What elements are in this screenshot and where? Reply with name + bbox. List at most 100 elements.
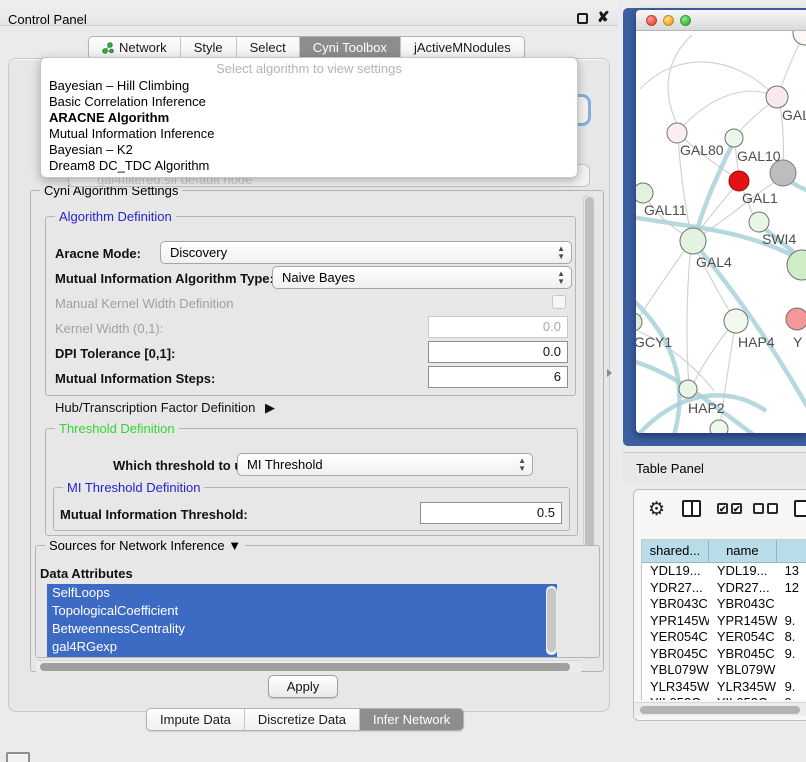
table-row[interactable]: YLR345WYLR345W9.	[642, 679, 806, 696]
node-label-GAL: GAL	[782, 107, 806, 123]
split-column-icon[interactable]	[682, 500, 701, 517]
stepper-arrows-icon: ▲▼	[557, 270, 565, 286]
node-label-GCY1: GCY1	[636, 334, 672, 350]
node-GAL11[interactable]	[636, 183, 653, 203]
algorithm-option[interactable]: Bayesian – K2	[41, 142, 577, 158]
table-row[interactable]: YBR045CYBR045C9.	[642, 646, 806, 663]
table-row[interactable]: YBR043CYBR043C	[642, 596, 806, 613]
table-row[interactable]: YDL19...YDL19...13	[642, 563, 806, 580]
zoom-traffic-icon[interactable]	[680, 15, 691, 26]
aracne-mode-combo[interactable]: Discovery ▲▼	[160, 241, 572, 264]
hub-definition-toggle[interactable]: Hub/Transcription Factor Definition ▶	[55, 400, 275, 416]
tab-impute-data[interactable]: Impute Data	[147, 709, 245, 730]
algorithm-option[interactable]: Dream8 DC_TDC Algorithm	[41, 158, 577, 174]
table-row[interactable]: YBL079WYBL079W	[642, 662, 806, 679]
kernel-width-field[interactable]: 0.0	[428, 316, 568, 338]
node-GAL10[interactable]	[725, 129, 743, 147]
panel-splitter-arrow[interactable]	[607, 369, 612, 377]
network-canvas[interactable]: GALGAL80GAL10GAL1GAL11SWI4GAL4GCY1HAP4YH…	[636, 31, 806, 433]
node-salmon[interactable]	[786, 308, 806, 330]
algorithm-option[interactable]: ARACNE Algorithm	[41, 110, 577, 126]
table-row[interactable]: YDR27...YDR27...12	[642, 580, 806, 597]
minimized-panel-icon[interactable]	[6, 752, 30, 762]
tab-network[interactable]: Network	[89, 37, 181, 58]
which-threshold-combo[interactable]: MI Threshold ▲▼	[237, 453, 533, 476]
tab-style[interactable]: Style	[181, 37, 237, 58]
settings-horizontal-scrollbar[interactable]	[36, 660, 581, 672]
tab-jactivemnodules[interactable]: jActiveMNodules	[401, 37, 524, 58]
manual-kernel-label: Manual Kernel Width Definition	[55, 296, 233, 311]
algorithm-dropdown-placeholder: Select algorithm to view settings	[41, 58, 577, 78]
aracne-mode-label: Aracne Mode:	[55, 246, 141, 261]
column-header[interactable]: name	[709, 540, 777, 563]
data-attributes-list[interactable]: SelfLoopsTopologicalCoefficientBetweenne…	[47, 584, 557, 657]
dpi-tolerance-field[interactable]: 0.0	[428, 341, 568, 363]
data-attributes-label: Data Attributes	[40, 566, 133, 581]
node-pink[interactable]	[766, 86, 788, 108]
table-row[interactable]: YER054CYER054C8.	[642, 629, 806, 646]
network-edge[interactable]	[680, 91, 777, 130]
control-panel-title: Control Panel	[8, 12, 87, 27]
control-panel-tab-bar: Network Style Select Cyni Toolbox jActiv…	[88, 36, 525, 59]
tab-discretize-data[interactable]: Discretize Data	[245, 709, 360, 730]
sources-group-title[interactable]: Sources for Network Inference ▼	[45, 538, 245, 553]
table-icon[interactable]	[794, 500, 806, 517]
attributes-scrollbar[interactable]	[546, 586, 557, 655]
node-label-Y: Y	[793, 334, 803, 350]
node-SWI4[interactable]	[749, 212, 769, 232]
mi-threshold-field[interactable]: 0.5	[420, 502, 562, 524]
attribute-item-selected[interactable]: gal4RGexp	[47, 638, 557, 656]
mi-threshold-label: Mutual Information Threshold:	[60, 507, 248, 522]
table-panel-window: ⚙ ✔ ✔ shared...name YDL19...YDL19...13YD…	[633, 489, 806, 721]
node-partial-bottom[interactable]	[710, 420, 728, 433]
network-edge[interactable]	[668, 35, 692, 130]
algorithm-option[interactable]: Bayesian – Hill Climbing	[41, 78, 577, 94]
mi-threshold-group-title: MI Threshold Definition	[63, 480, 204, 495]
table-row[interactable]: YIL052CYIL052C9	[642, 695, 806, 700]
algorithm-dropdown-popup: Select algorithm to view settings Bayesi…	[40, 57, 578, 178]
minimize-traffic-icon[interactable]	[663, 15, 674, 26]
stepper-arrows-icon: ▲▼	[518, 457, 526, 473]
algorithm-option[interactable]: Basic Correlation Inference	[41, 94, 577, 110]
tab-cyni-toolbox[interactable]: Cyni Toolbox	[300, 37, 401, 58]
table-row[interactable]: YPR145WYPR145W9.	[642, 613, 806, 630]
attribute-item-selected[interactable]: TopologicalCoefficient	[47, 602, 557, 620]
node-GCY1[interactable]	[636, 313, 642, 331]
column-header[interactable]	[777, 540, 806, 563]
node-GAL4[interactable]	[680, 228, 706, 254]
algorithm-option[interactable]: Mutual Information Inference	[41, 126, 577, 142]
attribute-item-selected[interactable]: BetweennessCentrality	[47, 620, 557, 638]
table-panel-title: Table Panel	[636, 461, 704, 476]
tab-infer-network[interactable]: Infer Network	[360, 709, 463, 730]
tab-network-label: Network	[119, 37, 167, 58]
node-HAP4[interactable]	[724, 309, 748, 333]
mi-type-combo[interactable]: Naive Bayes ▲▼	[272, 266, 572, 289]
attribute-item-selected[interactable]: SelfLoops	[47, 584, 557, 602]
node-GAL80[interactable]	[667, 123, 687, 143]
node-table: shared...name YDL19...YDL19...13YDR27...…	[641, 539, 806, 700]
node-label-SWI4: SWI4	[762, 231, 796, 247]
node-label-GAL11: GAL11	[644, 202, 687, 218]
node-HAP2[interactable]	[679, 380, 697, 398]
close-icon[interactable]: ✘	[597, 8, 610, 26]
table-horizontal-scrollbar[interactable]	[634, 702, 806, 716]
network-icon	[102, 42, 114, 54]
manual-kernel-checkbox[interactable]	[552, 295, 566, 309]
node-label-GAL10: GAL10	[737, 148, 781, 164]
table-body[interactable]: YDL19...YDL19...13YDR27...YDR27...12YBR0…	[642, 563, 806, 700]
node-label-HAP4: HAP4	[738, 334, 775, 350]
node-label-GAL4: GAL4	[696, 254, 732, 270]
close-traffic-icon[interactable]	[646, 15, 657, 26]
node-GAL1[interactable]	[729, 171, 749, 191]
node-label-GAL80: GAL80	[680, 142, 724, 158]
float-window-icon[interactable]	[577, 13, 588, 24]
apply-button[interactable]: Apply	[268, 675, 338, 698]
network-edge[interactable]	[640, 62, 774, 95]
mi-steps-field[interactable]: 6	[428, 366, 568, 388]
node-partial-top[interactable]	[793, 31, 806, 45]
network-window[interactable]: GALGAL80GAL10GAL1GAL11SWI4GAL4GCY1HAP4YH…	[636, 10, 806, 433]
gear-icon[interactable]: ⚙	[648, 498, 665, 521]
column-header[interactable]: shared...	[642, 540, 709, 563]
dpi-tolerance-label: DPI Tolerance [0,1]:	[55, 346, 175, 361]
tab-select[interactable]: Select	[237, 37, 300, 58]
